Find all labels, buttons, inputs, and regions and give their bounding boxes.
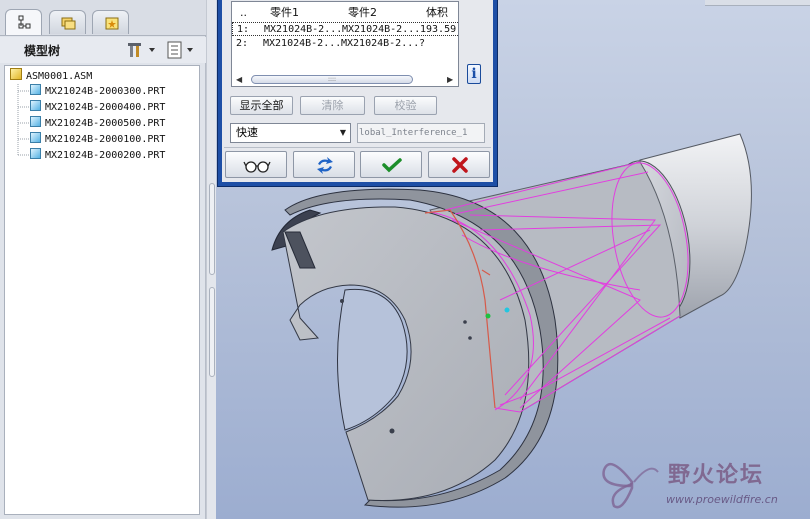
info-button[interactable]: i: [467, 64, 481, 84]
forum-watermark: 野火论坛 www.proewildfire.cn: [600, 452, 805, 514]
cell-part1: MX21024B-2...: [263, 38, 342, 49]
dialog-body: .. 零件1 零件2 体积 1: MX21024B-2... MX21024B-…: [222, 0, 493, 182]
tree-item-label: MX21024B-2000500.PRT: [45, 118, 166, 129]
model-tree-panel: 模型树 ASM0001.ASM MX21024B-2000300.PRT MX2…: [0, 0, 206, 519]
chevron-down-icon: ▼: [339, 128, 346, 137]
check-button[interactable]: 校验: [374, 96, 437, 115]
tree-item-part[interactable]: MX21024B-2000100.PRT: [30, 132, 165, 148]
part-icon: [30, 100, 41, 111]
tree-root-assembly[interactable]: ASM0001.ASM: [10, 68, 92, 84]
settings-tools-icon: [128, 43, 155, 57]
tree-item-label: MX21024B-2000100.PRT: [45, 134, 166, 145]
global-interference-dialog: .. 零件1 零件2 体积 1: MX21024B-2... MX21024B-…: [217, 0, 498, 187]
close-x-icon: [452, 157, 468, 173]
tree-item-label: MX21024B-2000200.PRT: [45, 150, 166, 161]
tree-show-button[interactable]: [166, 40, 196, 60]
folder-browser-tab[interactable]: [49, 10, 86, 34]
part-icon: [30, 84, 41, 95]
show-all-button[interactable]: 显示全部: [230, 96, 293, 115]
navigator-tab-strip: [0, 0, 206, 36]
scrollbar-thumb[interactable]: ::::: [251, 75, 413, 84]
splitter-handle-bottom[interactable]: [209, 287, 215, 377]
view-glasses-button[interactable]: [225, 151, 287, 178]
computation-mode-select[interactable]: 快速 ▼: [230, 123, 351, 143]
favorites-tab[interactable]: [92, 10, 129, 34]
column-header-volume: 体积: [426, 6, 448, 19]
part-icon: [30, 132, 41, 143]
model-tree-title: 模型树: [24, 44, 61, 58]
model-tree: ASM0001.ASM MX21024B-2000300.PRT MX21024…: [4, 65, 200, 515]
tree-item-label: ASM0001.ASM: [26, 71, 93, 82]
results-header-row: .. 零件1 零件2 体积: [232, 6, 458, 20]
column-header-index: ..: [240, 6, 247, 19]
cell-index: 1:: [237, 24, 250, 35]
refresh-icon: [317, 157, 333, 174]
model-tree-header: 模型树: [0, 37, 206, 63]
ok-button[interactable]: [360, 151, 422, 178]
tree-item-part[interactable]: MX21024B-2000200.PRT: [30, 148, 165, 164]
clear-button[interactable]: 清除: [300, 96, 365, 115]
tree-item-part[interactable]: MX21024B-2000500.PRT: [30, 116, 165, 132]
bolt-hole: [340, 299, 344, 303]
glasses-icon: [243, 161, 271, 173]
panel-splitter[interactable]: [206, 0, 216, 519]
cell-part2: MX21024B-2...: [342, 24, 421, 35]
cell-volume: ?: [419, 38, 426, 49]
bolt-hole: [463, 320, 467, 324]
tree-item-label: MX21024B-2000400.PRT: [45, 102, 166, 113]
favorites-icon: [105, 17, 119, 30]
scroll-left-arrow[interactable]: ◀: [236, 75, 244, 84]
part-icon: [30, 116, 41, 127]
cell-part1: MX21024B-2...: [264, 24, 343, 35]
cancel-button[interactable]: [428, 151, 490, 178]
cell-volume: 193.59: [420, 24, 457, 35]
column-header-part2: 零件2: [348, 6, 377, 19]
results-row[interactable]: 1: MX21024B-2... MX21024B-2... 193.59: [232, 22, 458, 36]
tree-item-part[interactable]: MX21024B-2000400.PRT: [30, 100, 165, 116]
tree-item-part[interactable]: MX21024B-2000300.PRT: [30, 84, 165, 100]
cell-index: 2:: [236, 38, 249, 49]
splitter-handle-top[interactable]: [209, 183, 215, 275]
bolt-hole: [468, 336, 472, 340]
assembly-icon: [10, 68, 22, 80]
scroll-right-arrow[interactable]: ▶: [447, 75, 455, 84]
datum-point-cyan: [504, 307, 510, 313]
top-toolbar-edge: [705, 0, 810, 6]
watermark-title: 野火论坛: [668, 463, 765, 488]
results-row[interactable]: 2: MX21024B-2... MX21024B-2... ?: [232, 37, 458, 51]
model-tree-icon: [18, 15, 31, 29]
horizontal-scrollbar[interactable]: ◀ :::: ▶: [235, 74, 456, 85]
folder-icon: [61, 17, 76, 30]
butterfly-logo-icon: [602, 462, 659, 509]
recompute-button[interactable]: [293, 151, 355, 178]
show-list-icon: [167, 41, 193, 59]
tree-item-label: MX21024B-2000300.PRT: [45, 86, 166, 97]
part-icon: [30, 148, 41, 159]
watermark-url: www.proewildfire.cn: [666, 493, 778, 506]
interference-results-list[interactable]: .. 零件1 零件2 体积 1: MX21024B-2... MX21024B-…: [231, 1, 459, 87]
datum-point-green: [485, 313, 491, 319]
dialog-separator: [224, 147, 491, 148]
cell-part2: MX21024B-2...: [341, 38, 420, 49]
mode-select-value: 快速: [236, 126, 258, 139]
model-tree-tab[interactable]: [5, 9, 42, 35]
checkmark-icon: [382, 158, 402, 173]
bolt-hole: [389, 428, 395, 434]
tree-settings-button[interactable]: [127, 40, 157, 60]
interference-name-field[interactable]: lobal_Interference_1: [357, 123, 485, 143]
column-header-part1: 零件1: [270, 6, 299, 19]
